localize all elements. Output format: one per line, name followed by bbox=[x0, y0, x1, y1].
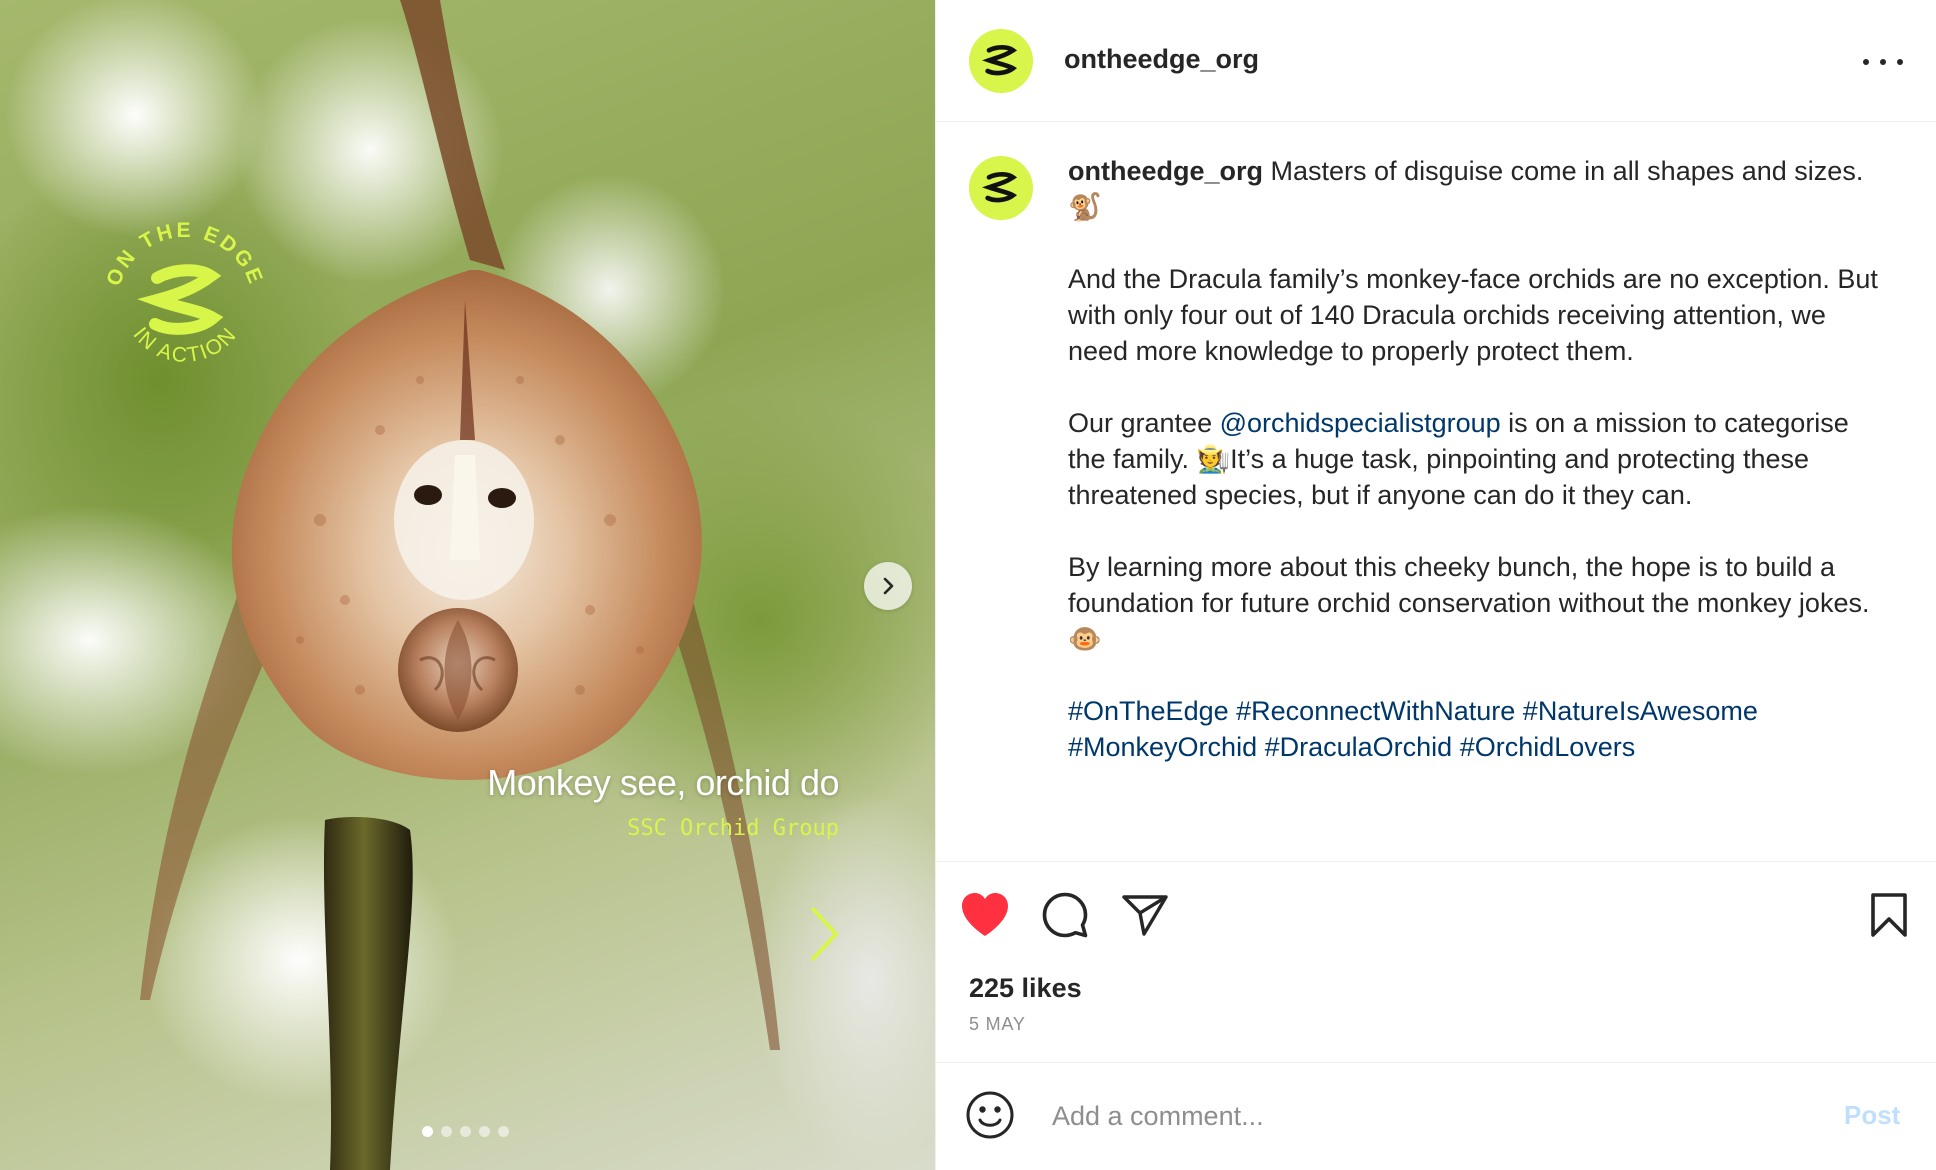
likes-count[interactable]: 225 likes bbox=[969, 973, 1082, 1004]
carousel-dot bbox=[441, 1126, 452, 1137]
carousel-dot bbox=[460, 1126, 471, 1137]
hashtag-link[interactable]: #OrchidLovers bbox=[1460, 732, 1636, 762]
caption-paragraph: By learning more about this cheeky bunch… bbox=[1068, 552, 1870, 654]
hashtag-link[interactable]: #DraculaOrchid bbox=[1265, 732, 1453, 762]
more-options-button[interactable] bbox=[1863, 47, 1903, 77]
bookmark-icon bbox=[1871, 893, 1907, 937]
hashtag-link[interactable]: #NatureIsAwesome bbox=[1523, 696, 1758, 726]
comment-input[interactable] bbox=[1050, 1093, 1754, 1139]
slide-arrow-icon bbox=[810, 906, 839, 962]
avatar[interactable] bbox=[969, 156, 1033, 220]
on-the-edge-badge: ON THE EDGE IN ACTION bbox=[102, 219, 268, 367]
hashtag-link[interactable]: #MonkeyOrchid bbox=[1068, 732, 1257, 762]
slide-caption-title: Monkey see, orchid do bbox=[487, 762, 839, 803]
post-caption: ontheedge_org Masters of disguise come i… bbox=[1068, 153, 1888, 801]
emoji-button[interactable] bbox=[965, 1090, 1015, 1140]
caption-paragraph: Our grantee @orchidspecialistgroup is on… bbox=[1068, 408, 1849, 510]
share-button[interactable] bbox=[1118, 888, 1172, 942]
post-side-panel: ontheedge_org ontheedge_org Masters of d… bbox=[935, 0, 1936, 1170]
z-wave-logo-icon bbox=[982, 45, 1018, 76]
avatar[interactable] bbox=[969, 29, 1033, 93]
carousel-next-button[interactable] bbox=[864, 562, 912, 610]
carousel-dot bbox=[422, 1126, 433, 1137]
z-wave-logo-icon bbox=[982, 172, 1018, 203]
orchid-photo bbox=[140, 0, 780, 1170]
smiley-icon bbox=[966, 1091, 1014, 1139]
hashtag-link[interactable]: #OnTheEdge bbox=[1068, 696, 1229, 726]
comment-icon bbox=[1042, 892, 1088, 938]
carousel-indicator bbox=[422, 1126, 509, 1137]
z-wave-logo-icon bbox=[137, 264, 224, 335]
more-horizontal-icon bbox=[1863, 59, 1869, 65]
hashtags: #OnTheEdge #ReconnectWithNature #NatureI… bbox=[1068, 693, 1888, 765]
carousel-dot bbox=[498, 1126, 509, 1137]
save-button[interactable] bbox=[1862, 888, 1916, 942]
action-bar bbox=[936, 888, 1936, 944]
hashtag-link[interactable]: #ReconnectWithNature bbox=[1236, 696, 1515, 726]
svg-text:ON THE EDGE: ON THE EDGE bbox=[102, 219, 268, 289]
add-comment-bar: Post bbox=[936, 1063, 1936, 1170]
post-media[interactable]: ON THE EDGE IN ACTION Monkey see, orchid… bbox=[0, 0, 935, 1170]
heart-filled-icon bbox=[962, 893, 1008, 936]
comments-section[interactable]: ontheedge_org Masters of disguise come i… bbox=[936, 122, 1936, 862]
header-username[interactable]: ontheedge_org bbox=[1064, 44, 1259, 75]
comment-button[interactable] bbox=[1038, 888, 1092, 942]
badge-top-text: ON THE EDGE bbox=[102, 219, 265, 289]
post-header: ontheedge_org bbox=[936, 0, 1936, 122]
post-date: 5 MAY bbox=[969, 1014, 1026, 1034]
mention-link[interactable]: @orchidspecialistgroup bbox=[1220, 408, 1501, 438]
carousel-dot bbox=[479, 1126, 490, 1137]
chevron-right-icon bbox=[883, 577, 894, 595]
slide-caption-subtitle: SSC Orchid Group bbox=[627, 816, 839, 841]
like-button[interactable] bbox=[958, 888, 1012, 942]
paper-plane-icon bbox=[1122, 895, 1168, 936]
post-comment-button[interactable]: Post bbox=[1844, 1100, 1900, 1131]
caption-paragraph: And the Dracula family’s monkey-face orc… bbox=[1068, 264, 1878, 366]
instagram-post: ON THE EDGE IN ACTION Monkey see, orchid… bbox=[0, 0, 1936, 1170]
caption-username[interactable]: ontheedge_org bbox=[1068, 156, 1263, 186]
